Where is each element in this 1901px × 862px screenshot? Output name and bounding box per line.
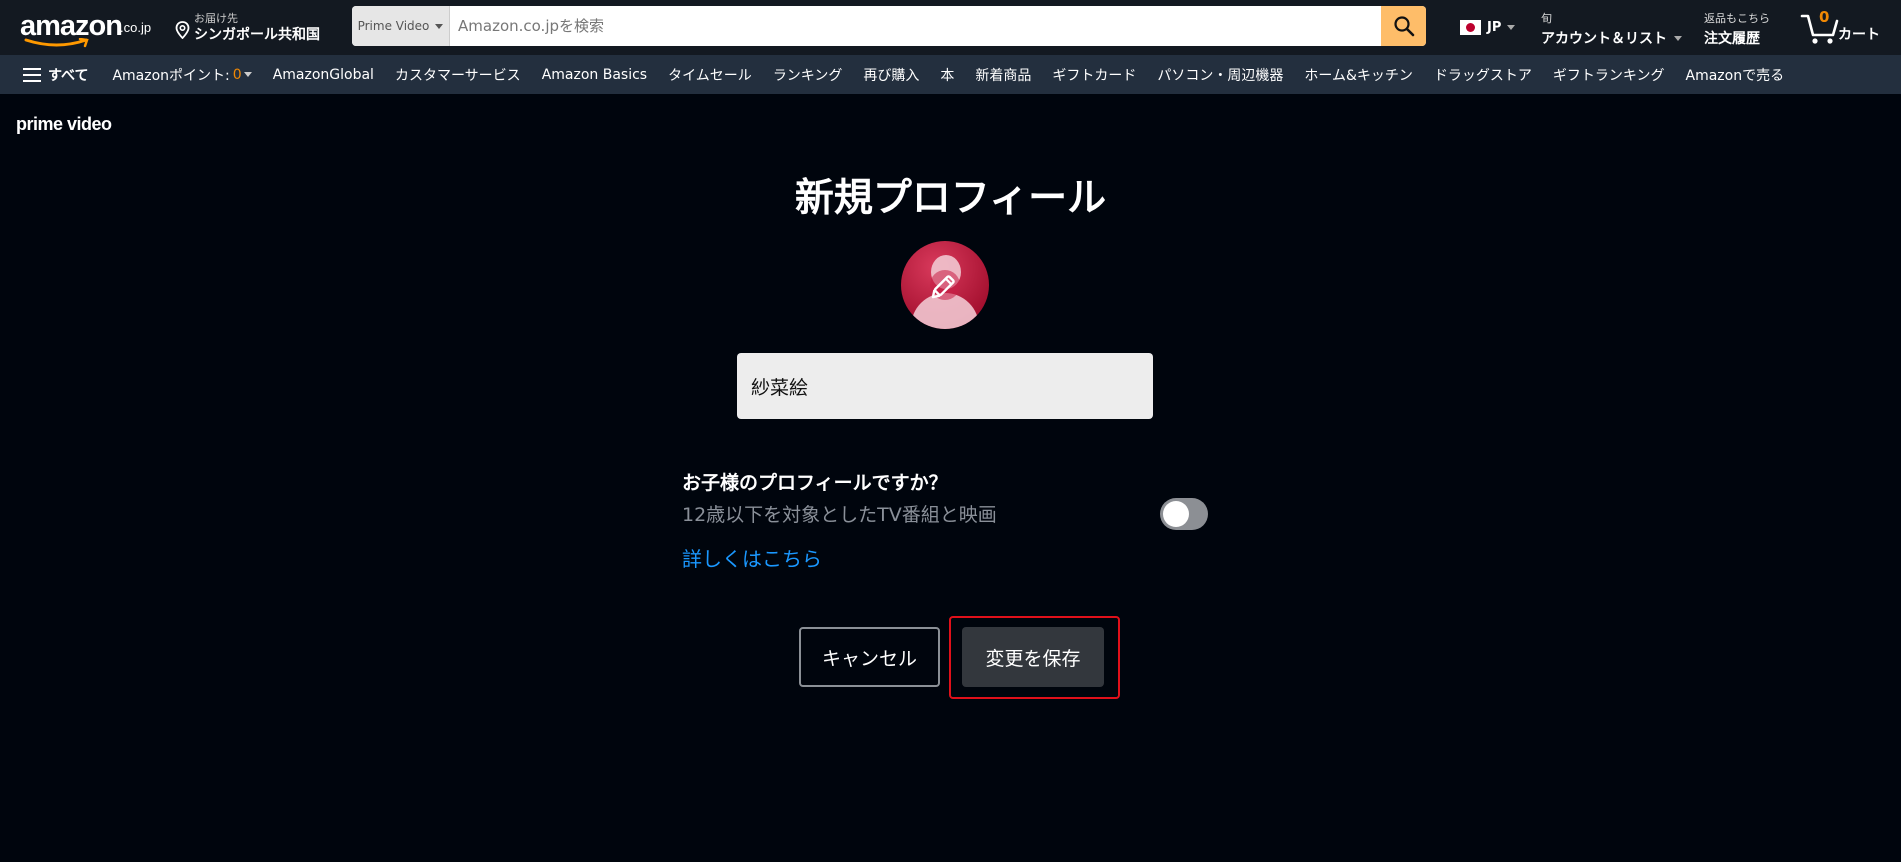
caret-down-icon	[1674, 35, 1682, 41]
returns-label: 返品もこちら	[1704, 12, 1770, 25]
caret-down-icon	[1507, 24, 1516, 30]
magnifier-icon	[1393, 16, 1414, 37]
account-label: アカウント＆リスト	[1541, 31, 1667, 47]
all-menu-button[interactable]: すべて	[23, 65, 88, 85]
top-nav-bar: amazon .co.jp お届け先 シンガポール共和国 Prime Video	[0, 0, 1901, 55]
subnav-amazon-basics[interactable]: Amazon Basics	[542, 67, 647, 83]
search-category-label: Prime Video	[357, 19, 430, 33]
pencil-icon	[930, 270, 960, 300]
account-greeting: 旬	[1541, 12, 1552, 25]
search-bar: Prime Video	[352, 6, 1426, 46]
location-pin-icon	[175, 21, 190, 39]
search-button[interactable]	[1381, 6, 1426, 46]
toggle-knob	[1163, 501, 1189, 527]
cart-label: カート	[1838, 27, 1880, 43]
prime-video-logo[interactable]: prime video	[16, 114, 112, 135]
secondary-nav-bar: すべて Amazonポイント: 0 AmazonGlobal カスタマーサービス…	[0, 55, 1901, 94]
kids-profile-description: 12歳以下を対象としたTV番組と映画	[682, 504, 997, 526]
cart-count: 0	[1819, 8, 1830, 26]
points-value: 0	[232, 66, 242, 83]
cancel-button[interactable]: キャンセル	[799, 627, 940, 687]
points-label: Amazonポイント:	[112, 67, 230, 84]
account-lists-menu[interactable]: 旬 アカウント＆リスト	[1541, 10, 1682, 50]
subnav-ranking[interactable]: ランキング	[773, 65, 843, 85]
subnav-customer-service[interactable]: カスタマーサービス	[395, 65, 521, 85]
deliver-country: シンガポール共和国	[194, 27, 320, 43]
subnav-time-sale[interactable]: タイムセール	[668, 65, 752, 85]
save-changes-button[interactable]: 変更を保存	[962, 627, 1104, 687]
kids-profile-toggle[interactable]	[1160, 498, 1208, 530]
logo-tld: .co.jp	[120, 20, 152, 35]
language-selector[interactable]: JP	[1460, 14, 1516, 40]
subnav-buy-again[interactable]: 再び購入	[863, 65, 919, 85]
caret-down-icon	[243, 72, 252, 77]
subnav-books[interactable]: 本	[940, 65, 954, 85]
learn-more-link[interactable]: 詳しくはこちら	[682, 543, 822, 572]
page-title: 新規プロフィール	[794, 176, 1107, 221]
all-menu-label: すべて	[48, 67, 89, 84]
amazon-logo[interactable]: amazon .co.jp	[20, 8, 155, 48]
subnav-gift-cards[interactable]: ギフトカード	[1052, 65, 1136, 85]
caret-down-icon	[435, 23, 444, 29]
hamburger-icon	[23, 67, 41, 82]
subnav-home-kitchen[interactable]: ホーム&キッチン	[1304, 65, 1413, 85]
subnav-drugstore[interactable]: ドラッグストア	[1434, 65, 1532, 85]
profile-avatar-button[interactable]	[901, 241, 989, 329]
search-input[interactable]	[450, 6, 1381, 46]
profile-name-input[interactable]	[737, 353, 1153, 419]
kids-profile-question: お子様のプロフィールですか？	[682, 472, 948, 494]
japan-flag-icon	[1460, 19, 1481, 35]
language-code: JP	[1487, 19, 1502, 35]
subnav-amazonglobal[interactable]: AmazonGlobal	[273, 67, 374, 83]
subnav-sell-on-amazon[interactable]: Amazonで売る	[1686, 65, 1785, 85]
subnav-gift-ranking[interactable]: ギフトランキング	[1553, 65, 1665, 85]
subnav-links: Amazonポイント: 0 AmazonGlobal カスタマーサービス Ama…	[112, 65, 1805, 85]
cart-link[interactable]: 0 カート	[1800, 8, 1900, 48]
subnav-new-arrivals[interactable]: 新着商品	[975, 65, 1031, 85]
smile-arrow-icon	[24, 38, 89, 48]
orders-link[interactable]: 返品もこちら 注文履歴	[1704, 10, 1770, 50]
subnav-points[interactable]: Amazonポイント: 0	[112, 65, 252, 85]
account-label-row: アカウント＆リスト	[1541, 28, 1682, 48]
orders-label: 注文履歴	[1704, 31, 1760, 47]
subnav-computers[interactable]: パソコン・周辺機器	[1157, 65, 1283, 85]
search-category-dropdown[interactable]: Prime Video	[352, 6, 450, 46]
